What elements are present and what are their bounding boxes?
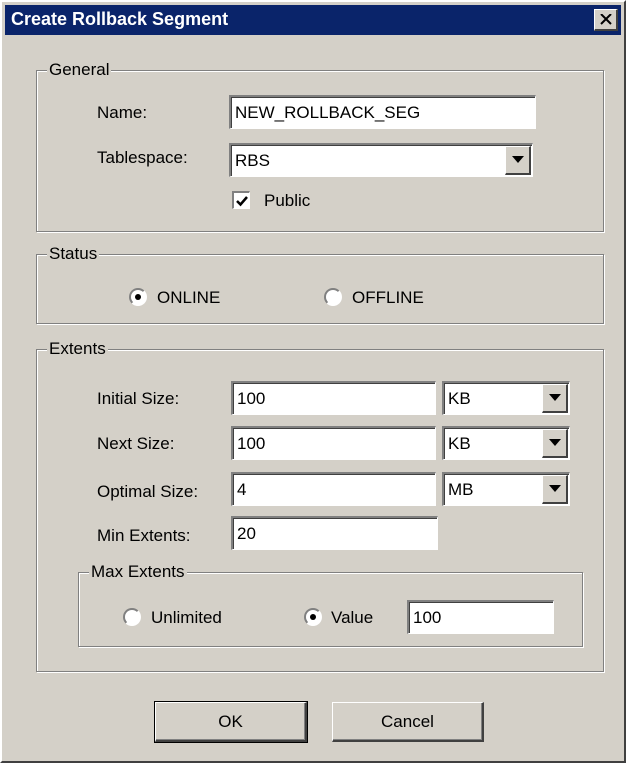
- min-extents-input[interactable]: 20: [231, 516, 438, 550]
- optimal-size-input[interactable]: 4: [231, 472, 436, 506]
- offline-radio[interactable]: [324, 288, 342, 306]
- max-extents-legend: Max Extents: [89, 562, 187, 582]
- optimal-size-label: Optimal Size:: [97, 482, 199, 501]
- general-legend: General: [47, 60, 112, 80]
- status-legend: Status: [47, 244, 100, 264]
- chevron-down-icon: [549, 394, 561, 401]
- cancel-button[interactable]: Cancel: [332, 702, 484, 742]
- next-size-unit-dropdown-button[interactable]: [542, 429, 568, 458]
- tablespace-label: Tablespace:: [97, 148, 188, 167]
- chevron-down-icon: [512, 156, 524, 163]
- optimal-size-unit-select[interactable]: MB: [442, 472, 570, 506]
- name-label: Name:: [97, 103, 148, 122]
- close-button[interactable]: [594, 9, 618, 31]
- initial-size-unit-dropdown-button[interactable]: [542, 384, 568, 413]
- ok-button[interactable]: OK: [154, 701, 308, 743]
- optimal-size-unit-dropdown-button[interactable]: [542, 475, 568, 504]
- tablespace-value: RBS: [235, 151, 270, 170]
- online-label: ONLINE: [157, 288, 221, 307]
- checkmark-icon: [236, 196, 248, 207]
- radio-selected-dot: [135, 294, 141, 300]
- max-extents-value-input[interactable]: 100: [407, 600, 554, 634]
- next-size-unit-select[interactable]: KB: [442, 426, 570, 460]
- extents-legend: Extents: [47, 339, 108, 359]
- offline-label: OFFLINE: [352, 288, 424, 307]
- status-group: Status: [36, 244, 604, 324]
- next-size-unit: KB: [448, 434, 471, 453]
- create-rollback-segment-dialog: Create Rollback Segment General Name: NE…: [0, 0, 626, 763]
- unlimited-radio[interactable]: [123, 608, 141, 626]
- chevron-down-icon: [549, 439, 561, 446]
- radio-selected-dot: [310, 614, 316, 620]
- online-radio[interactable]: [129, 288, 147, 306]
- tablespace-select[interactable]: RBS: [229, 143, 533, 177]
- close-x-icon: [600, 14, 612, 25]
- tablespace-dropdown-button[interactable]: [505, 146, 531, 175]
- value-radio[interactable]: [304, 608, 322, 626]
- chevron-down-icon: [549, 485, 561, 492]
- initial-size-label: Initial Size:: [97, 389, 180, 408]
- initial-size-unit-select[interactable]: KB: [442, 381, 570, 415]
- public-label: Public: [264, 191, 311, 210]
- initial-size-input[interactable]: 100: [231, 381, 436, 415]
- public-checkbox[interactable]: [232, 191, 250, 209]
- name-input[interactable]: NEW_ROLLBACK_SEG: [229, 95, 536, 129]
- unlimited-label: Unlimited: [151, 608, 222, 627]
- title-bar[interactable]: Create Rollback Segment: [5, 5, 621, 35]
- window-title: Create Rollback Segment: [11, 9, 229, 29]
- initial-size-unit: KB: [448, 389, 471, 408]
- next-size-label: Next Size:: [97, 434, 175, 453]
- value-label: Value: [331, 608, 374, 627]
- optimal-size-unit: MB: [448, 480, 474, 499]
- min-extents-label: Min Extents:: [97, 526, 191, 545]
- next-size-input[interactable]: 100: [231, 426, 436, 460]
